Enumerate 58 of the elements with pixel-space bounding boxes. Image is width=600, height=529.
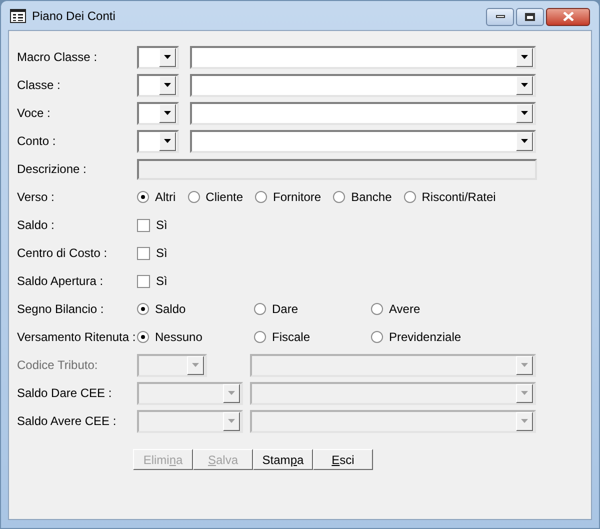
field-label: Saldo Dare CEE : (17, 385, 113, 402)
checkbox-label: Sì (156, 217, 168, 234)
combo-box[interactable] (190, 130, 536, 152)
radio-label: Dare (272, 301, 298, 318)
combo-box[interactable] (137, 74, 179, 96)
radio-button[interactable] (137, 303, 149, 315)
radio-label: Previdenziale (389, 329, 462, 346)
radio-label: Altri (155, 189, 176, 206)
field-label: Saldo : (17, 217, 56, 234)
radio-button[interactable] (255, 191, 268, 203)
combo-box[interactable] (137, 102, 179, 124)
maximize-button[interactable] (516, 8, 544, 26)
radio-button[interactable] (371, 303, 383, 315)
radio-button[interactable] (404, 191, 416, 203)
field-label: Conto : (17, 133, 57, 150)
field-label: Centro di Costo : (17, 245, 108, 262)
field-label: Macro Classe : (17, 49, 98, 66)
radio-label: Nessuno (155, 329, 202, 346)
radio-label: Risconti/Ratei (422, 189, 496, 206)
field-label: Saldo Apertura : (17, 273, 104, 290)
field-label: Codice Tributo: (17, 357, 99, 374)
window-title: Piano Dei Conti (32, 8, 116, 24)
radio-button[interactable] (137, 331, 149, 343)
field-label: Verso : (17, 189, 56, 206)
checkbox[interactable] (137, 218, 150, 232)
combo-box[interactable] (190, 74, 536, 96)
close-button[interactable] (546, 8, 590, 26)
window-form-icon (10, 8, 26, 22)
minimize-button[interactable] (486, 8, 514, 26)
checkbox[interactable] (137, 246, 150, 260)
radio-button[interactable] (333, 191, 346, 203)
radio-label: Fornitore (273, 189, 322, 206)
combo-box[interactable] (137, 46, 179, 68)
field-label: Segno Bilancio : (17, 301, 105, 318)
field-label: Descrizione : (17, 161, 88, 178)
checkbox[interactable] (137, 274, 150, 288)
radio-label: Avere (389, 301, 420, 318)
combo-box[interactable] (190, 46, 536, 68)
radio-label: Saldo (155, 301, 186, 318)
radio-label: Cliente (206, 189, 244, 206)
close-icon (562, 12, 574, 21)
radio-button[interactable] (254, 303, 266, 315)
field-label: Voce : (17, 105, 52, 122)
action-button[interactable]: Stampa (253, 449, 313, 470)
radio-button[interactable] (137, 191, 149, 203)
radio-button[interactable] (371, 331, 383, 343)
field-label: Classe : (17, 77, 62, 94)
radio-button[interactable] (254, 331, 266, 343)
combo-box[interactable] (190, 102, 536, 124)
field-label: Saldo Avere CEE : (17, 413, 118, 430)
radio-label: Banche (351, 189, 392, 206)
radio-button[interactable] (188, 191, 200, 203)
combo-box[interactable] (137, 130, 179, 152)
checkbox-label: Sì (156, 245, 168, 262)
field-label: Versamento Ritenuta : (17, 329, 137, 346)
checkbox-label: Sì (156, 273, 168, 290)
radio-label: Fiscale (272, 329, 310, 346)
action-button[interactable]: Esci (313, 449, 373, 470)
